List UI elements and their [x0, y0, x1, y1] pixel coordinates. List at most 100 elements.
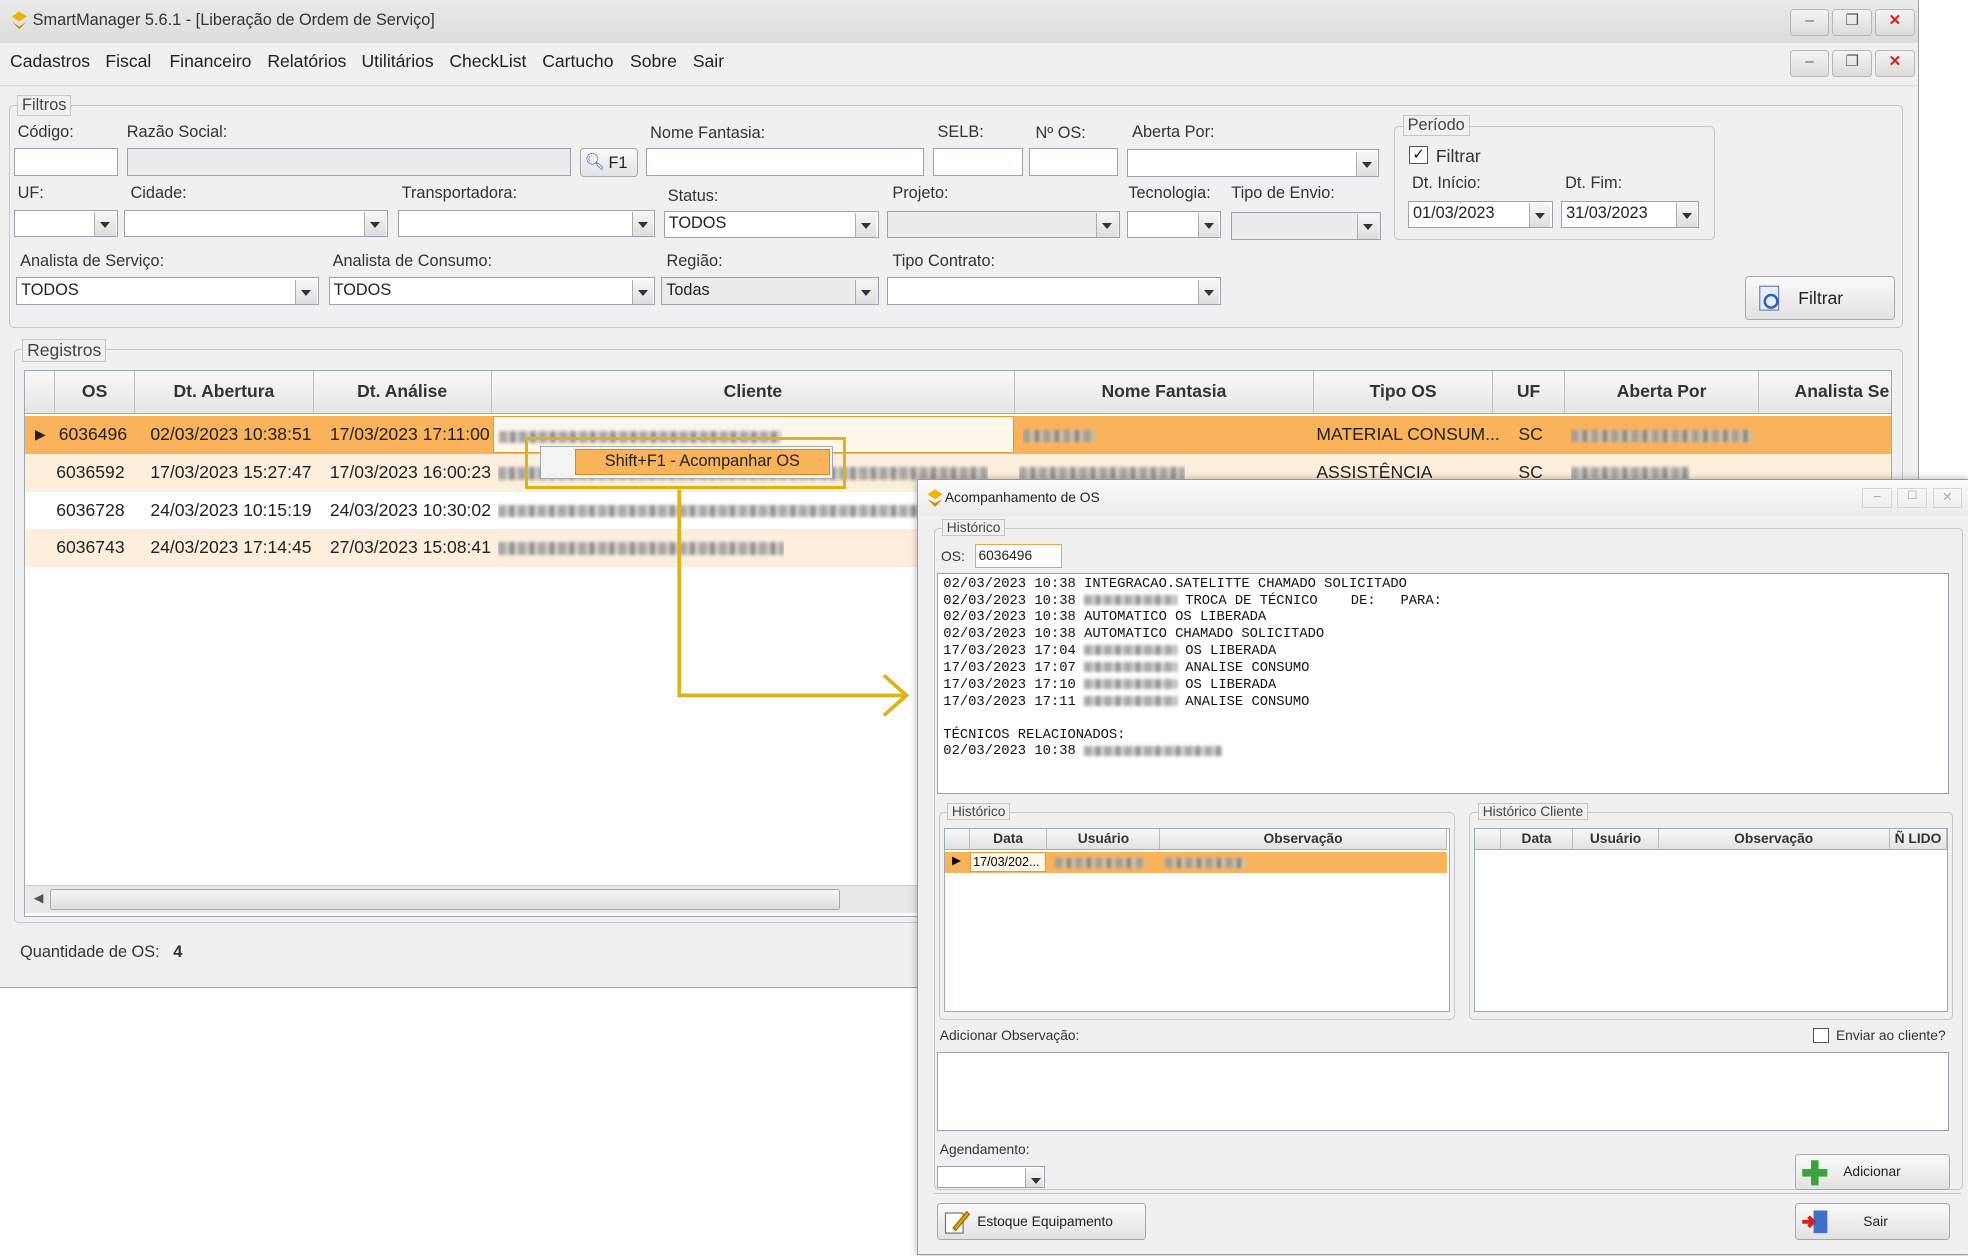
dt-inicio-label: Dt. Início:	[1411, 174, 1481, 193]
estoque-equipamento-button[interactable]: Estoque Equipamento	[937, 1203, 1146, 1240]
agendamento-select[interactable]	[937, 1165, 1046, 1189]
observacao-textarea[interactable]	[937, 1051, 1949, 1131]
menu-utilitarios[interactable]: Utilitários	[361, 51, 433, 72]
col-usuario[interactable]: Usuário	[1573, 829, 1659, 851]
log-text: ANALISE CONSUMO	[1185, 694, 1310, 710]
col-nome-fantasia[interactable]: Nome Fantasia	[1015, 371, 1314, 414]
cell-data[interactable]: 17/03/202...	[969, 851, 1047, 872]
nos-input[interactable]	[1029, 148, 1119, 176]
col-dt-analise[interactable]: Dt. Análise	[313, 371, 492, 414]
filtrar-button[interactable]: Filtrar	[1744, 276, 1896, 321]
col-observacao[interactable]: Observação	[1658, 829, 1890, 851]
chevron-down-icon	[854, 213, 877, 238]
table-row[interactable]: ▶ 17/03/202...	[944, 851, 1447, 873]
mdi-close-button[interactable]: ✕	[1875, 50, 1915, 78]
scroll-left-icon[interactable]: ◀	[29, 888, 49, 909]
app-logo-icon	[11, 11, 27, 29]
enviar-cliente-checkbox[interactable]	[1813, 1027, 1830, 1044]
maximize-button[interactable]: ❐	[1832, 8, 1873, 36]
exit-door-icon	[1801, 1210, 1827, 1234]
cidade-select[interactable]	[124, 209, 388, 238]
analista-consumo-label: Analista de Consumo:	[332, 252, 493, 271]
historico-log-textarea[interactable]: 02/03/2023 10:38 INTEGRACAO.SATELITTE CH…	[937, 573, 1949, 795]
log-line: 17/03/2023 17:11 ANALISE CONSUMO	[943, 695, 1943, 712]
aberta-por-select[interactable]	[1127, 149, 1380, 177]
f1-search-button[interactable]: 🔍︎ F1	[579, 148, 638, 177]
nome-fantasia-label: Nome Fantasia:	[650, 124, 766, 143]
historico-cliente-grid[interactable]: Data Usuário Observação Ñ LIDO	[1474, 828, 1949, 1013]
col-usuario[interactable]: Usuário	[1047, 829, 1161, 851]
cell-dt-analise: 17/03/2023 17:11:00	[329, 424, 490, 445]
col-dt-abertura[interactable]: Dt. Abertura	[135, 371, 314, 414]
regiao-select[interactable]: Todas	[661, 277, 879, 305]
menu-checklist[interactable]: CheckList	[449, 51, 526, 72]
row-header-corner	[1475, 829, 1501, 851]
cell-dt-abertura: 24/03/2023 10:15:19	[150, 499, 312, 520]
menu-relatorios[interactable]: Relatórios	[267, 51, 346, 72]
log-timestamp: 02/03/2023 10:38	[943, 627, 1076, 643]
scrollbar-thumb[interactable]	[49, 889, 841, 911]
historico-grid[interactable]: Data Usuário Observação ▶ 17/03/202...	[943, 828, 1451, 1013]
col-uf[interactable]: UF	[1493, 371, 1565, 414]
menu-financeiro[interactable]: Financeiro	[169, 51, 251, 72]
adicionar-label: Adicionar	[1843, 1164, 1901, 1180]
calendar-dropdown-icon[interactable]	[1528, 203, 1551, 228]
razao-social-label: Razão Social:	[126, 122, 228, 141]
tipo-contrato-select[interactable]	[887, 277, 1222, 305]
mdi-minimize-button[interactable]: ‒	[1789, 50, 1830, 78]
col-analista-servico[interactable]: Analista Se	[1759, 371, 1892, 414]
status-select[interactable]: TODOS	[663, 210, 879, 239]
tecnologia-select[interactable]	[1127, 210, 1222, 239]
menu-sair[interactable]: Sair	[693, 51, 724, 72]
filtrar-checkbox[interactable]: ✓	[1409, 145, 1428, 164]
col-nao-lido[interactable]: Ñ LIDO	[1889, 829, 1948, 851]
col-observacao[interactable]: Observação	[1160, 829, 1447, 851]
menu-fiscal[interactable]: Fiscal	[105, 51, 151, 72]
minimize-button[interactable]: ‒	[1789, 8, 1830, 36]
chevron-down-icon	[1095, 213, 1118, 238]
analista-consumo-select[interactable]: TODOS	[328, 277, 656, 305]
col-data[interactable]: Data	[1500, 829, 1574, 851]
close-button[interactable]: ✕	[1875, 8, 1915, 36]
dt-inicio-input[interactable]: 01/03/2023	[1408, 200, 1553, 229]
log-timestamp: 17/03/2023 17:07	[943, 660, 1076, 676]
col-aberta-por[interactable]: Aberta Por	[1564, 371, 1760, 414]
menu-cadastros[interactable]: Cadastros	[10, 51, 90, 72]
transportadora-label: Transportadora:	[401, 184, 517, 203]
dt-fim-input[interactable]: 31/03/2023	[1561, 200, 1700, 229]
log-text: AUTOMATICO OS LIBERADA	[1084, 610, 1267, 626]
uf-select[interactable]	[13, 209, 118, 238]
chevron-down-icon	[1197, 279, 1219, 304]
nome-fantasia-input[interactable]	[646, 148, 924, 176]
menu-sobre[interactable]: Sobre	[630, 51, 677, 72]
adicionar-button[interactable]: Adicionar	[1794, 1154, 1951, 1190]
codigo-input[interactable]	[13, 148, 118, 176]
selb-input[interactable]	[932, 148, 1023, 176]
cell-aberta-por	[1571, 416, 1754, 454]
dialog-maximize-button[interactable]: ☐	[1897, 487, 1928, 508]
analista-servico-select[interactable]: TODOS	[16, 277, 319, 305]
os-input[interactable]: 6036496	[974, 544, 1062, 569]
log-text: AUTOMATICO CHAMADO SOLICITADO	[1084, 627, 1325, 643]
tipo-envio-select[interactable]	[1231, 212, 1381, 240]
razao-social-input[interactable]	[126, 148, 572, 176]
col-cliente[interactable]: Cliente	[491, 371, 1016, 414]
transportadora-select[interactable]	[397, 209, 656, 238]
mdi-restore-button[interactable]: ❐	[1832, 50, 1873, 78]
projeto-select[interactable]	[887, 210, 1120, 239]
dialog-close-button[interactable]: ✕	[1932, 487, 1963, 508]
quantidade-label: Quantidade de OS:	[20, 942, 160, 961]
log-timestamp: 02/03/2023 10:38	[943, 593, 1076, 609]
col-data[interactable]: Data	[969, 829, 1048, 851]
sair-button[interactable]: Sair	[1794, 1203, 1951, 1240]
col-tipo-os[interactable]: Tipo OS	[1313, 371, 1494, 414]
dialog-minimize-button[interactable]: ‒	[1862, 487, 1892, 508]
calendar-dropdown-icon[interactable]	[1675, 203, 1698, 228]
table-row[interactable]: ▶ 6036496 02/03/2023 10:38:51 17/03/2023…	[24, 416, 1892, 455]
plus-icon	[1801, 1160, 1827, 1186]
filter-refresh-icon	[1758, 285, 1779, 311]
cell-dt-abertura: 17/03/2023 15:27:47	[150, 462, 312, 483]
col-os[interactable]: OS	[54, 371, 136, 414]
menu-cartucho[interactable]: Cartucho	[542, 51, 613, 72]
log-timestamp: 02/03/2023 10:38	[943, 610, 1076, 626]
